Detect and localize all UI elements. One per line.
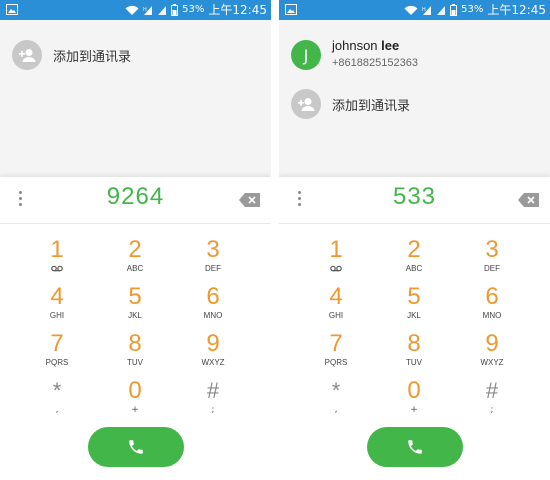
- phone-icon: [408, 440, 422, 454]
- status-bar: H 53% 上午12:45: [279, 0, 550, 20]
- dialer-screen-right: H 53% 上午12:45 J johnson lee +86188251523…: [279, 0, 550, 480]
- key-2[interactable]: 2 ABC: [105, 237, 165, 283]
- key-3[interactable]: 3 DEF: [183, 237, 243, 283]
- dialed-number[interactable]: 533: [279, 183, 550, 211]
- dialpad: 9264 1 2 ABC 3 DEF 4 GHI 5 JKL 6 MNO 7 PQRS 8T…: [0, 177, 271, 480]
- add-contact-icon: [12, 40, 42, 70]
- contact-number: +8618825152363: [332, 57, 418, 69]
- contact-avatar: J: [291, 40, 321, 70]
- key-0[interactable]: 0 +: [105, 378, 165, 424]
- svg-text:H: H: [143, 7, 147, 13]
- key-6[interactable]: 6 MNO: [462, 284, 522, 330]
- key-5[interactable]: 5 JKL: [384, 284, 444, 330]
- signal-icon: [437, 5, 446, 15]
- clock: 上午12:45: [487, 3, 546, 17]
- call-button[interactable]: [88, 427, 184, 467]
- backspace-icon[interactable]: [239, 193, 261, 207]
- add-to-contacts-row[interactable]: 添加到通讯录: [279, 83, 550, 131]
- dialed-number[interactable]: 9264: [0, 183, 271, 211]
- contact-name: johnson lee: [332, 38, 400, 53]
- image-icon: [6, 4, 18, 15]
- key-8[interactable]: 8 TUV: [105, 331, 165, 377]
- key-4[interactable]: 4 GHI: [27, 284, 87, 330]
- contact-suggestion-row[interactable]: J johnson lee +8618825152363: [279, 34, 550, 82]
- key-6[interactable]: 6 MNO: [183, 284, 243, 330]
- status-bar: H 53% 上午12:45: [0, 0, 271, 20]
- key-star[interactable]: *,: [27, 378, 87, 424]
- battery-icon: [450, 4, 458, 16]
- key-1[interactable]: 1: [306, 237, 366, 283]
- signal-icon: [158, 5, 167, 15]
- dialer-screen-left: H 53% 上午12:45 添加到通讯录 9264 1 2 ABC 3 DEF 4G…: [0, 0, 271, 480]
- dialpad: 533 1 2 ABC 3 DEF 4 GHI 5 JKL 6 MNO 7 PQRS 8 TU…: [279, 177, 550, 480]
- key-7[interactable]: 7 PQRS: [27, 331, 87, 377]
- number-entry: 9264: [0, 177, 271, 224]
- add-contact-icon: [291, 89, 321, 119]
- key-hash[interactable]: #;: [462, 378, 522, 424]
- voicemail-icon: [51, 265, 63, 272]
- signal-icon: H: [422, 5, 432, 15]
- wifi-icon: [125, 5, 139, 15]
- key-9[interactable]: 9 WXYZ: [183, 331, 243, 377]
- image-icon: [285, 4, 297, 15]
- clock: 上午12:45: [208, 3, 267, 17]
- key-1[interactable]: 1: [27, 237, 87, 283]
- key-7[interactable]: 7 PQRS: [306, 331, 366, 377]
- call-button[interactable]: [367, 427, 463, 467]
- battery-percent: 53%: [461, 4, 484, 15]
- voicemail-icon: [330, 265, 342, 272]
- key-4[interactable]: 4 GHI: [306, 284, 366, 330]
- key-0[interactable]: 0 +: [384, 378, 444, 424]
- suggestion-list: 添加到通讯录: [0, 20, 271, 177]
- backspace-icon[interactable]: [518, 193, 540, 207]
- battery-percent: 53%: [182, 4, 205, 15]
- number-entry: 533: [279, 177, 550, 224]
- key-2[interactable]: 2 ABC: [384, 237, 444, 283]
- signal-icon: H: [143, 5, 153, 15]
- key-star[interactable]: *,: [306, 378, 366, 424]
- key-5[interactable]: 5 JKL: [105, 284, 165, 330]
- add-to-contacts-label: 添加到通讯录: [332, 98, 411, 113]
- key-hash[interactable]: #;: [183, 378, 243, 424]
- svg-text:H: H: [422, 7, 426, 13]
- add-to-contacts-label: 添加到通讯录: [53, 49, 132, 64]
- wifi-icon: [404, 5, 418, 15]
- phone-icon: [129, 440, 143, 454]
- suggestion-list: J johnson lee +8618825152363 添加到通讯录: [279, 20, 550, 177]
- add-to-contacts-row[interactable]: 添加到通讯录: [0, 34, 271, 82]
- battery-icon: [171, 4, 179, 16]
- key-8[interactable]: 8 TUV: [384, 331, 444, 377]
- key-3[interactable]: 3 DEF: [462, 237, 522, 283]
- key-9[interactable]: 9 WXYZ: [462, 331, 522, 377]
